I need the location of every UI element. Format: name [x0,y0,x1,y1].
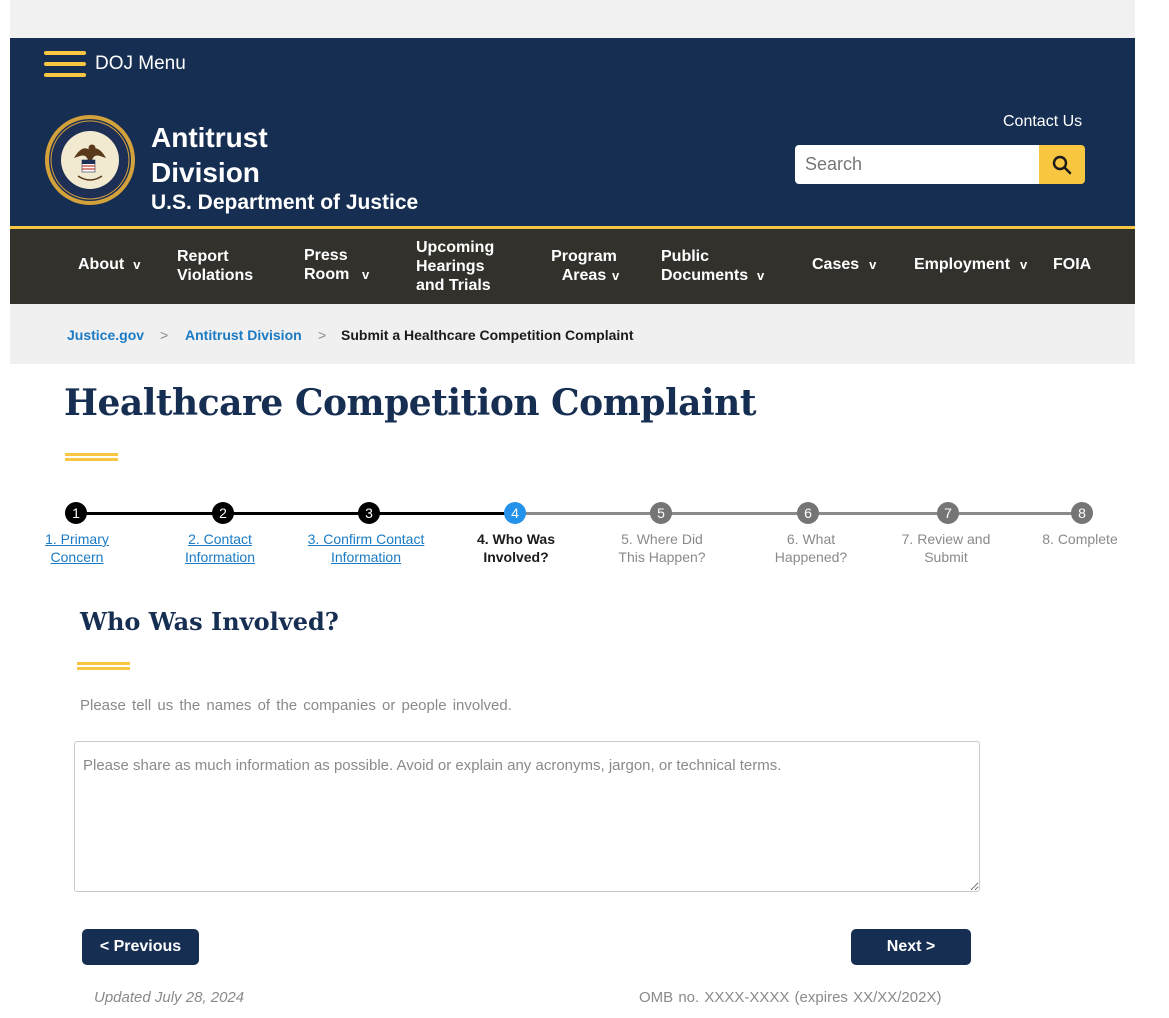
involved-parties-textarea[interactable] [74,741,980,892]
nav-item-employment[interactable]: Employment v [914,255,1027,274]
step-4-label: 4. Who Was Involved? [476,531,556,565]
breadcrumb-separator: > [160,327,169,343]
search-input[interactable] [795,145,1039,184]
breadcrumb-antitrust-division[interactable]: Antitrust Division [185,327,302,343]
nav-item-public-documents[interactable]: Public Documents v [661,247,764,285]
department-subtitle: U.S. Department of Justice [151,191,419,214]
title-gold-underline [65,453,118,461]
step-2-link[interactable]: 2. Contact Information [178,530,262,566]
step-7-marker: 7 [937,502,959,524]
chevron-down-icon: v [362,266,370,282]
step-1-link[interactable]: 1. Primary Concern [32,530,122,566]
doj-menu-button[interactable]: DOJ Menu [44,51,186,77]
chevron-down-icon: v [757,267,765,283]
chevron-down-icon: v [869,257,877,272]
nav-label: Report Violations [177,248,254,284]
section-title: Who Was Involved? [80,607,339,636]
breadcrumb-justice-gov[interactable]: Justice.gov [67,327,144,343]
nav-label: Upcoming Hearings and Trials [416,239,495,294]
division-title-line1: Antitrust [151,122,268,153]
omb-number-text: OMB no. XXXX-XXXX (expires XX/XX/202X) [639,989,942,1006]
step-2-marker: 2 [212,502,234,524]
main-navigation: About v Report Violations Press Room v U… [10,229,1135,304]
step-6-label: 6. What Happened? [774,531,848,565]
nav-item-about[interactable]: About v [78,255,140,274]
next-button[interactable]: Next > [851,929,971,965]
breadcrumb: Justice.gov > Antitrust Division > Submi… [10,304,1135,364]
section-gold-underline [77,662,130,670]
last-updated-text: Updated July 28, 2024 [94,989,245,1006]
division-title-line2: Division [151,157,260,188]
progress-completed-line [76,512,516,515]
nav-item-foia[interactable]: FOIA [1053,255,1091,274]
doj-menu-label: DOJ Menu [95,53,186,74]
step-3-marker: 3 [358,502,380,524]
step-5-marker: 5 [650,502,672,524]
step-3-link[interactable]: 3. Confirm Contact Information [296,530,436,566]
doj-seal-logo[interactable] [44,114,136,206]
nav-label: Press Room [304,247,350,283]
step-8-marker: 8 [1071,502,1093,524]
nav-item-cases[interactable]: Cases v [812,255,876,274]
nav-item-upcoming-hearings[interactable]: Upcoming Hearings and Trials [416,238,511,295]
hamburger-icon [44,51,86,77]
breadcrumb-current-page: Submit a Healthcare Competition Complain… [341,327,634,343]
step-6-marker: 6 [797,502,819,524]
nav-label: About [78,256,125,273]
magnifying-glass-icon [1052,155,1072,174]
nav-item-program-areas[interactable]: Program Areas v [550,247,619,285]
search-button[interactable] [1039,145,1085,184]
nav-label: Employment [914,256,1011,273]
form-instructions: Please tell us the names of the companie… [80,697,512,714]
top-utility-bar [10,0,1135,38]
site-header: DOJ Menu Antitrust Division U.S. Departm… [10,38,1135,226]
previous-button[interactable]: < Previous [82,929,199,965]
nav-label: Cases [812,256,860,273]
step-4-marker: 4 [504,502,526,524]
chevron-down-icon: v [1020,257,1028,272]
nav-label: FOIA [1053,256,1092,273]
contact-us-link[interactable]: Contact Us [1003,113,1082,131]
breadcrumb-separator: > [318,327,327,343]
nav-item-report-violations[interactable]: Report Violations [177,247,267,285]
nav-label: Public Documents [661,248,749,284]
nav-label: Program Areas [551,248,617,284]
chevron-down-icon: v [133,257,141,272]
step-1-marker: 1 [65,502,87,524]
nav-item-press-room[interactable]: Press Room v [304,246,369,284]
step-8-label: 8. Complete [1042,531,1118,547]
chevron-down-icon: v [612,267,620,283]
page-title: Healthcare Competition Complaint [64,382,756,424]
step-7-label: 7. Review and Submit [901,531,991,565]
step-5-label: 5. Where Did This Happen? [618,531,706,565]
